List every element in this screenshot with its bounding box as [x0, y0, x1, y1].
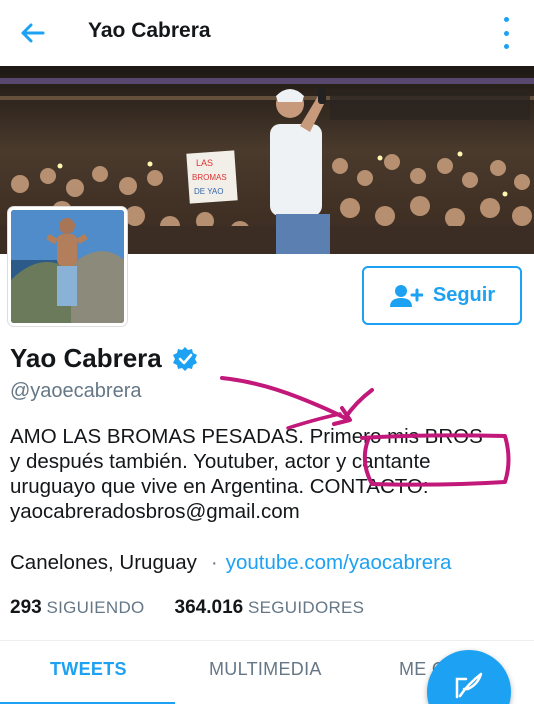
banner-sign-line-2: BROMAS — [192, 173, 227, 182]
add-person-icon — [389, 284, 423, 307]
top-app-bar: Yao Cabrera — [0, 0, 534, 66]
tab-multimedia[interactable]: MULTIMEDIA — [209, 659, 322, 680]
profile-name: Yao Cabrera — [10, 343, 162, 373]
bio-line: AMO LAS BROMAS PESADAS. Primero mis BROS — [10, 425, 483, 448]
verified-badge-icon — [172, 346, 197, 371]
profile-location: Canelones, Uruguay — [10, 551, 197, 574]
vertical-dots-icon — [503, 17, 509, 22]
profile-name-row: Yao Cabrera — [10, 343, 198, 374]
profile-meta: Canelones, Uruguay · youtube.com/yaocabrer… — [10, 551, 451, 575]
meta-separator: · — [210, 551, 218, 574]
arrow-left-icon — [21, 23, 45, 43]
profile-stats: 293 SIGUIENDO 364.016 SEGUIDORES — [10, 597, 364, 619]
back-button[interactable] — [14, 16, 50, 50]
page-title: Yao Cabrera — [88, 19, 211, 42]
more-options-button[interactable] — [498, 15, 514, 51]
bio-line: y después también. Youtuber, actor y can… — [10, 450, 431, 473]
follow-button-label: Seguir — [432, 284, 496, 306]
profile-handle: @yaoecabrera — [10, 380, 142, 402]
followers-count: 364.016 — [174, 597, 244, 618]
profile-bio: AMO LAS BROMAS PESADAS. Primero mis BROS… — [10, 424, 530, 524]
banner-sign-line-3: DE YAO — [194, 187, 224, 196]
profile-website-link[interactable]: youtube.com/yaocabrera — [226, 551, 452, 574]
following-label: SIGUIENDO — [46, 598, 145, 617]
bio-line: uruguayo que vive en Argentina. CONTACTO… — [10, 475, 429, 498]
profile-avatar[interactable] — [8, 207, 127, 326]
following-count: 293 — [10, 597, 42, 618]
compose-feather-icon — [455, 672, 483, 699]
bio-line-email[interactable]: yaocabreradosbros@gmail.com — [10, 499, 530, 524]
follow-button[interactable]: Seguir — [362, 266, 522, 325]
followers-stat[interactable]: 364.016 SEGUIDORES — [175, 597, 365, 619]
followers-label: SEGUIDORES — [247, 598, 365, 617]
following-stat[interactable]: 293 SIGUIENDO — [10, 597, 145, 619]
avatar-photo — [11, 210, 124, 323]
tab-tweets[interactable]: TWEETS — [50, 659, 127, 680]
banner-sign-line-1: LAS — [196, 158, 213, 168]
